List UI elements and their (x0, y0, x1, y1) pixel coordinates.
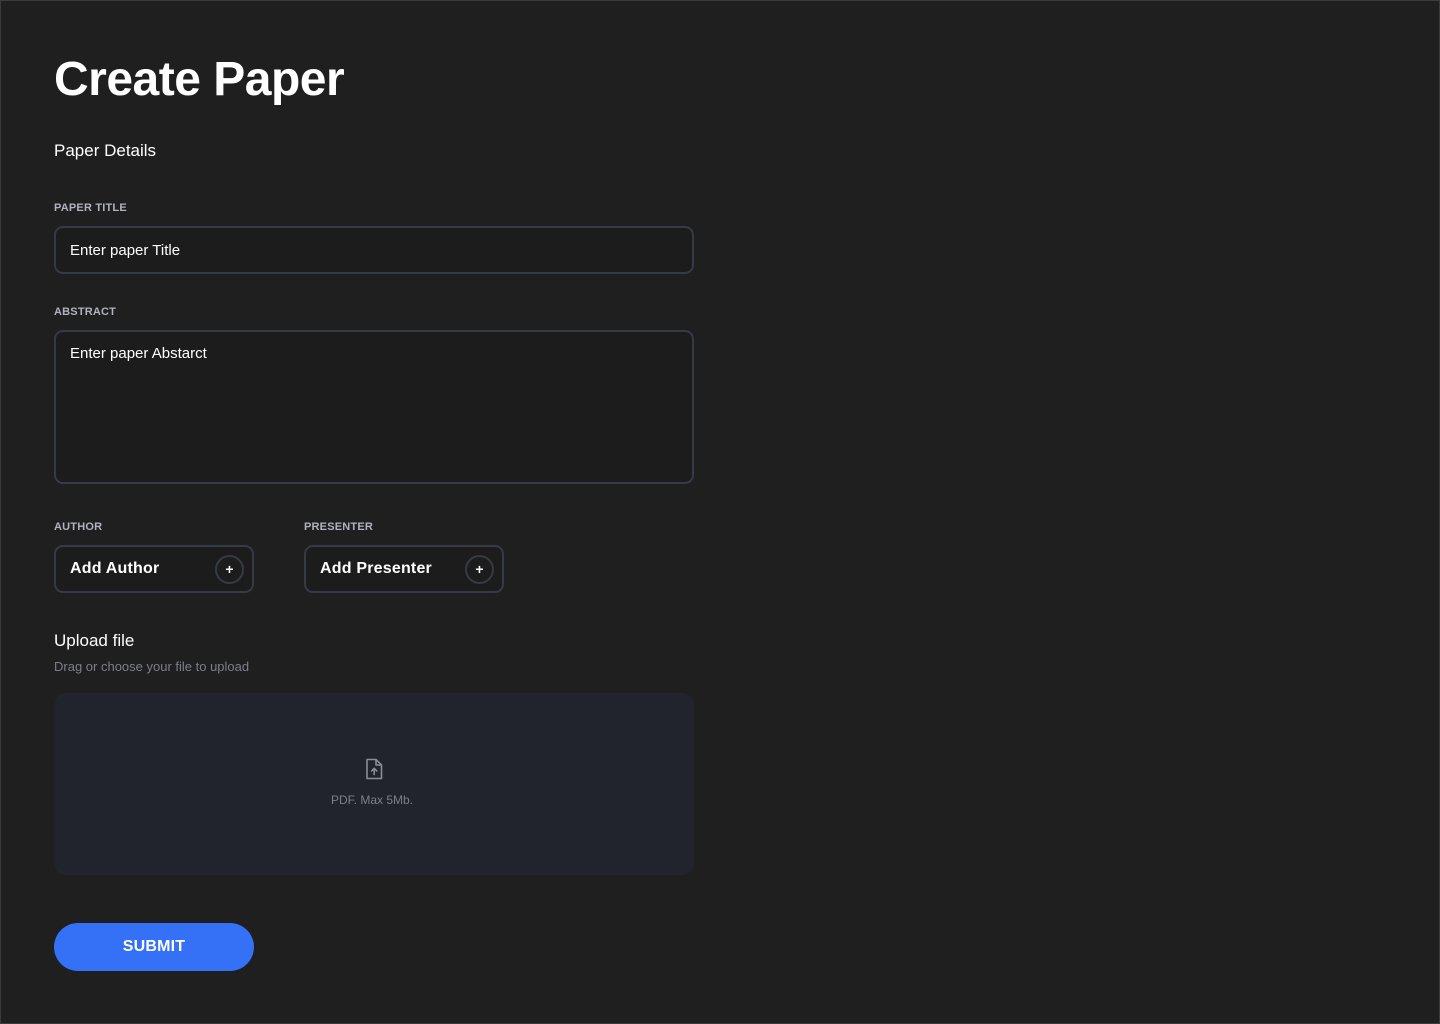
presenter-label: PRESENTER (304, 521, 374, 533)
submit-button[interactable]: SUBMIT (54, 923, 254, 971)
add-author-button[interactable]: Add Author + (54, 545, 254, 593)
plus-icon: + (465, 554, 494, 584)
file-upload-icon (366, 758, 383, 780)
file-format-hint: PDF. Max 5Mb. (330, 793, 414, 807)
page-title: Create Paper (54, 53, 345, 106)
upload-subtext: Drag or choose your file to upload (54, 659, 250, 674)
abstract-textarea[interactable] (54, 330, 694, 484)
plus-icon: + (215, 554, 244, 584)
upload-heading: Upload file (54, 631, 135, 650)
add-author-label: Add Author (70, 560, 160, 577)
section-heading-paper-details: Paper Details (54, 141, 157, 160)
create-paper-page: Create Paper Paper Details PAPER TITLE A… (0, 0, 1440, 1024)
author-label: AUTHOR (54, 521, 103, 533)
add-presenter-label: Add Presenter (320, 560, 432, 577)
abstract-label: ABSTRACT (54, 306, 117, 318)
paper-title-input[interactable] (54, 226, 694, 274)
add-presenter-button[interactable]: Add Presenter + (304, 545, 504, 593)
file-dropzone[interactable]: PDF. Max 5Mb. (54, 693, 694, 875)
paper-title-label: PAPER TITLE (54, 202, 127, 214)
